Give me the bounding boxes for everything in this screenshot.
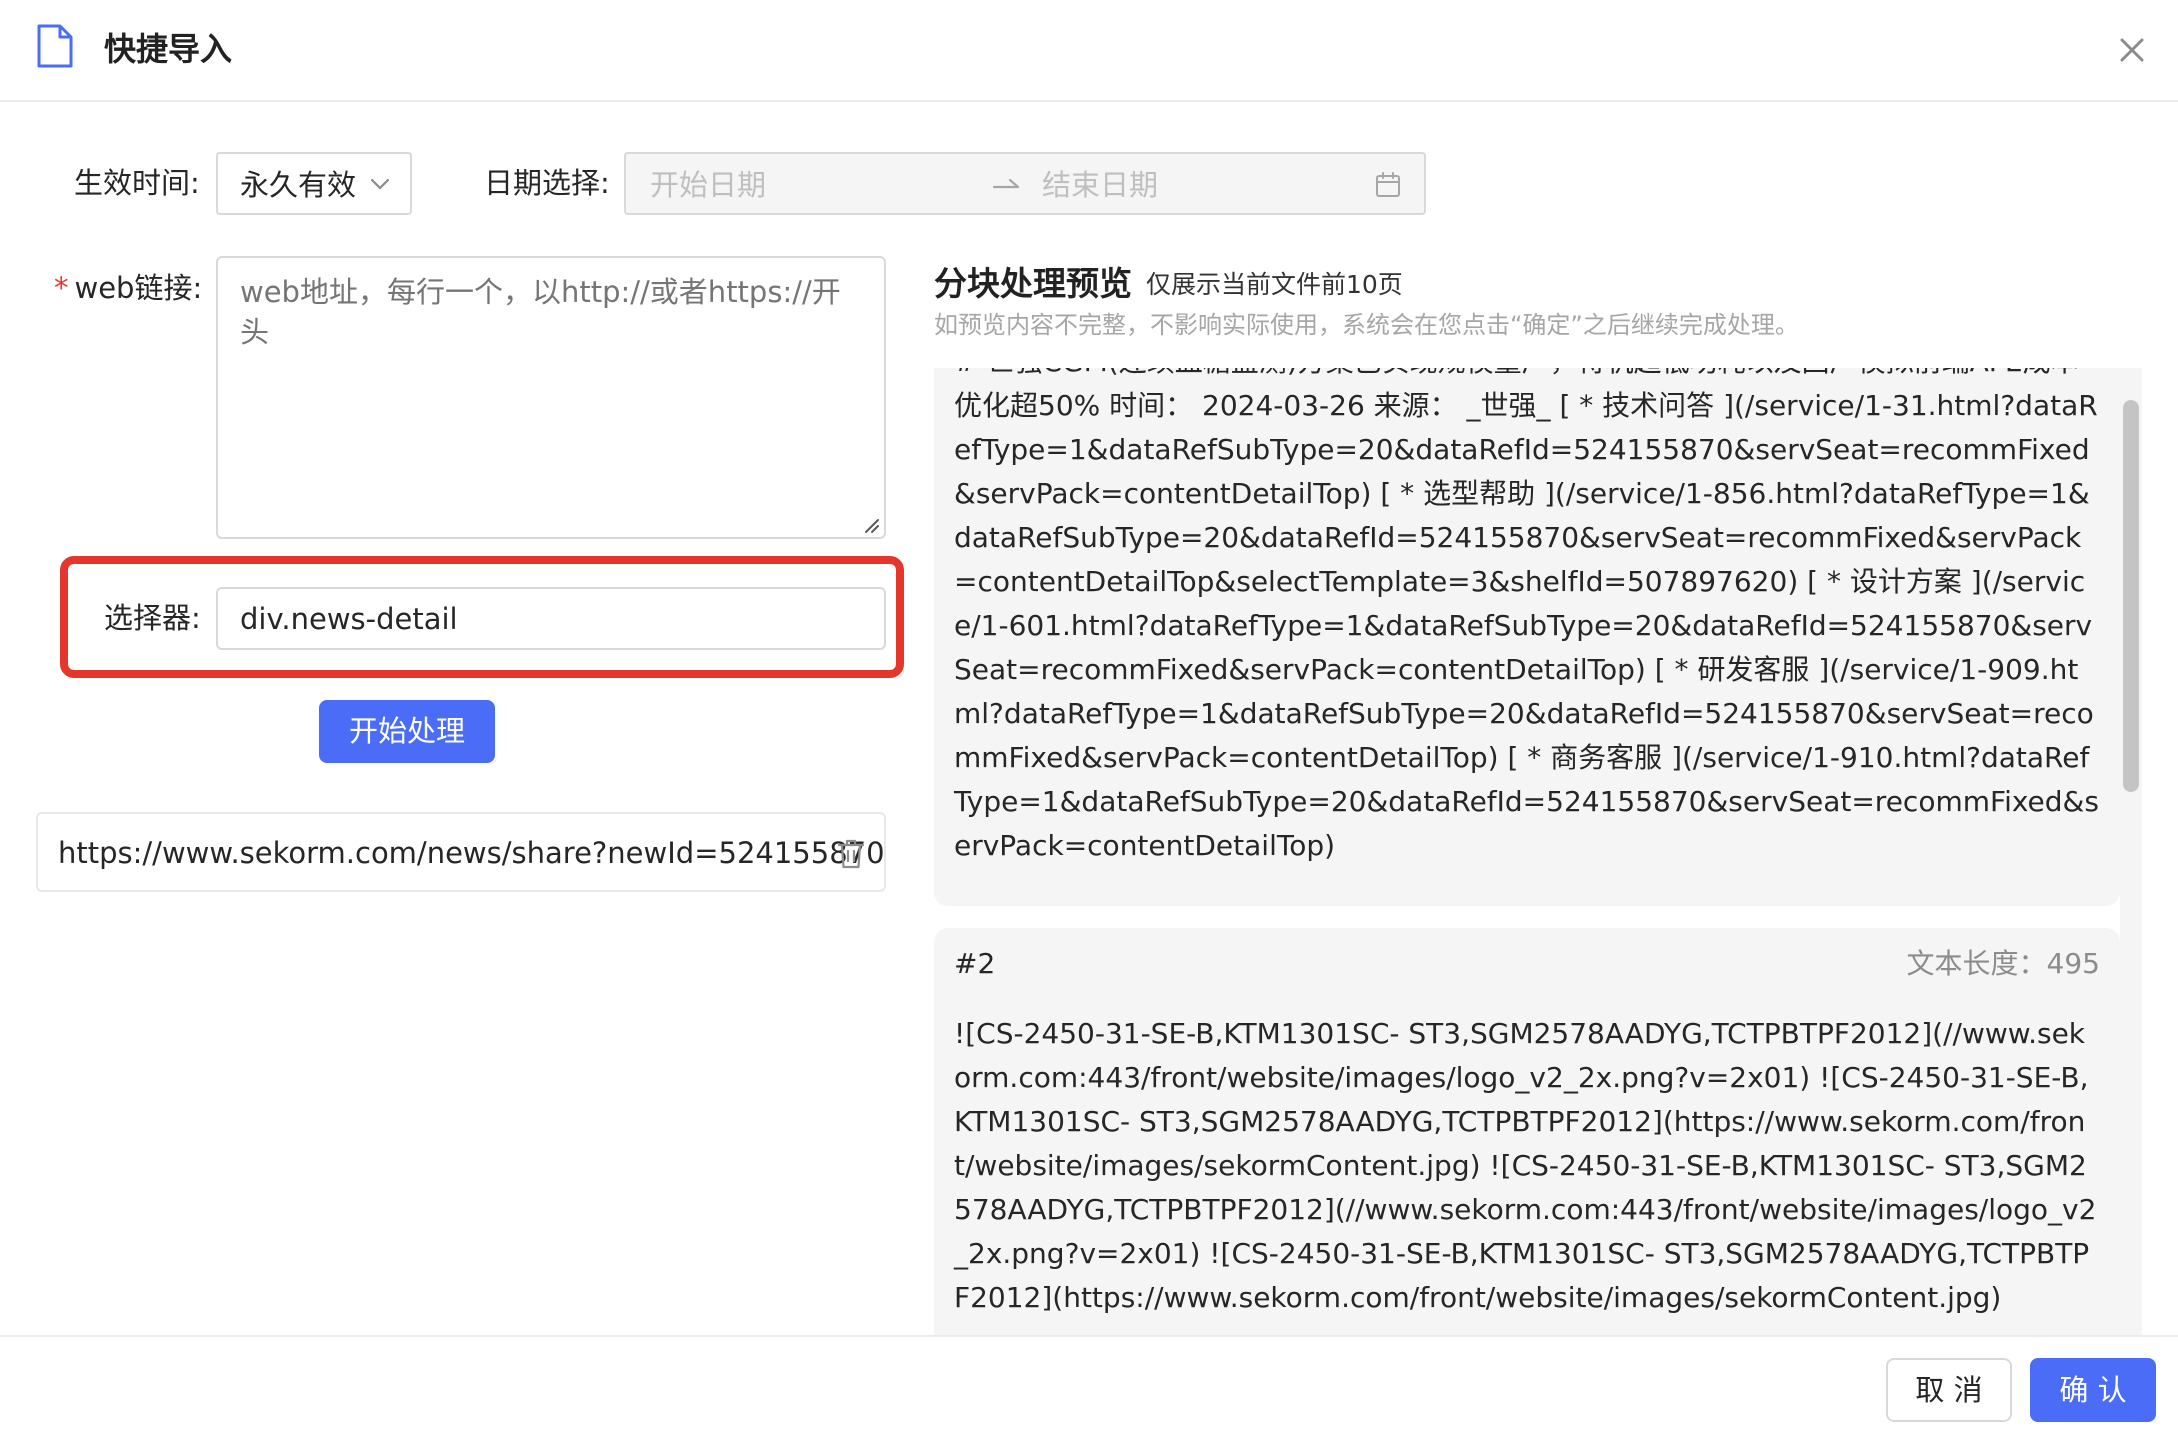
chunk-text: ![CS-2450-31-SE-B,KTM1301SC- ST3,SGM2578…: [954, 1017, 2097, 1314]
chevron-down-icon: [370, 178, 390, 190]
start-processing-button[interactable]: 开始处理: [319, 700, 495, 763]
web-link-label-text: web链接:: [74, 271, 203, 305]
preview-chunk: # 世强CGM(连续血糖监测)方案已实现规模量产，待机超低功耗以及国产模拟前端A…: [934, 368, 2120, 906]
calendar-icon: [1376, 172, 1400, 197]
chunk-index: #2: [954, 947, 996, 980]
preview-chunk: #2 文本长度：495 ![CS-2450-31-SE-B,KTM1301SC-…: [934, 928, 2120, 1366]
effective-time-label: 生效时间:: [74, 166, 200, 200]
dialog-header: 快捷导入: [0, 0, 2178, 102]
date-label: 日期选择:: [484, 166, 610, 200]
scrollbar-thumb[interactable]: [2123, 400, 2139, 792]
date-end-input[interactable]: 结束日期: [1042, 165, 1158, 205]
url-text: https://www.sekorm.com/news/share?newId=…: [58, 836, 885, 870]
dialog-title: 快捷导入: [104, 30, 233, 68]
web-link-label: * web链接:: [54, 268, 202, 308]
selector-label: 选择器:: [104, 601, 201, 635]
required-mark: *: [54, 271, 69, 305]
preview-note: 如预览内容不完整，不影响实际使用，系统会在您点击“确定”之后继续完成处理。: [934, 311, 1799, 339]
effective-time-select[interactable]: 永久有效: [216, 152, 412, 215]
trash-icon[interactable]: [836, 838, 866, 870]
confirm-button[interactable]: 确 认: [2030, 1358, 2156, 1422]
selector-input[interactable]: [216, 587, 886, 650]
date-range-picker[interactable]: 开始日期 结束日期: [624, 152, 1426, 215]
dialog-footer: [0, 1335, 2178, 1434]
date-start-input[interactable]: 开始日期: [650, 165, 766, 205]
chunk-length: 文本长度：495: [1906, 947, 2100, 980]
document-icon: [37, 24, 73, 68]
resize-handle-icon[interactable]: [862, 516, 880, 534]
preview-title: 分块处理预览: [934, 264, 1132, 303]
arrow-right-icon: [992, 178, 1020, 189]
chunk-text: # 世强CGM(连续血糖监测)方案已实现规模量产，待机超低功耗以及国产模拟前端A…: [954, 368, 2099, 862]
cancel-button[interactable]: 取 消: [1886, 1358, 2012, 1422]
preview-subtitle: 仅展示当前文件前10页: [1146, 270, 1403, 299]
preview-scroll-area[interactable]: # 世强CGM(连续血糖监测)方案已实现规模量产，待机超低功耗以及国产模拟前端A…: [934, 368, 2142, 1366]
effective-time-value: 永久有效: [240, 168, 357, 202]
web-link-textarea[interactable]: [216, 256, 886, 539]
url-list-item: https://www.sekorm.com/news/share?newId=…: [36, 812, 886, 892]
close-icon[interactable]: [2114, 32, 2150, 68]
